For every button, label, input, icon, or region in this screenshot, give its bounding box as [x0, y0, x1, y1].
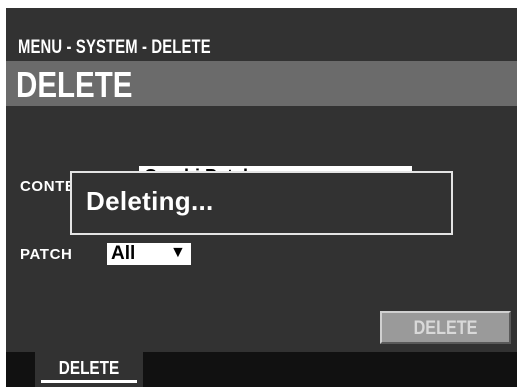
title-bar: DELETE: [6, 61, 517, 106]
deleting-dialog: Deleting...: [70, 171, 453, 235]
display-screen: MENU - SYSTEM - DELETE DELETE CONTENT Co…: [6, 8, 517, 387]
tab-active-indicator: [41, 380, 137, 383]
page-title: DELETE: [16, 64, 133, 105]
delete-button[interactable]: DELETE: [380, 311, 511, 344]
delete-button-label: DELETE: [413, 318, 478, 339]
dialog-message: Deleting...: [86, 186, 214, 216]
content-label: CONTENT: [20, 178, 70, 195]
patch-label: PATCH: [20, 246, 73, 263]
tab-label: DELETE: [58, 358, 120, 378]
tab-delete[interactable]: DELETE: [35, 352, 143, 387]
breadcrumb: MENU - SYSTEM - DELETE: [18, 37, 211, 58]
bottom-tab-bar: DELETE: [6, 352, 517, 387]
patch-select[interactable]: All ▼: [107, 243, 191, 265]
patch-value: All: [111, 243, 136, 264]
dropdown-arrow-icon: ▼: [170, 244, 186, 261]
